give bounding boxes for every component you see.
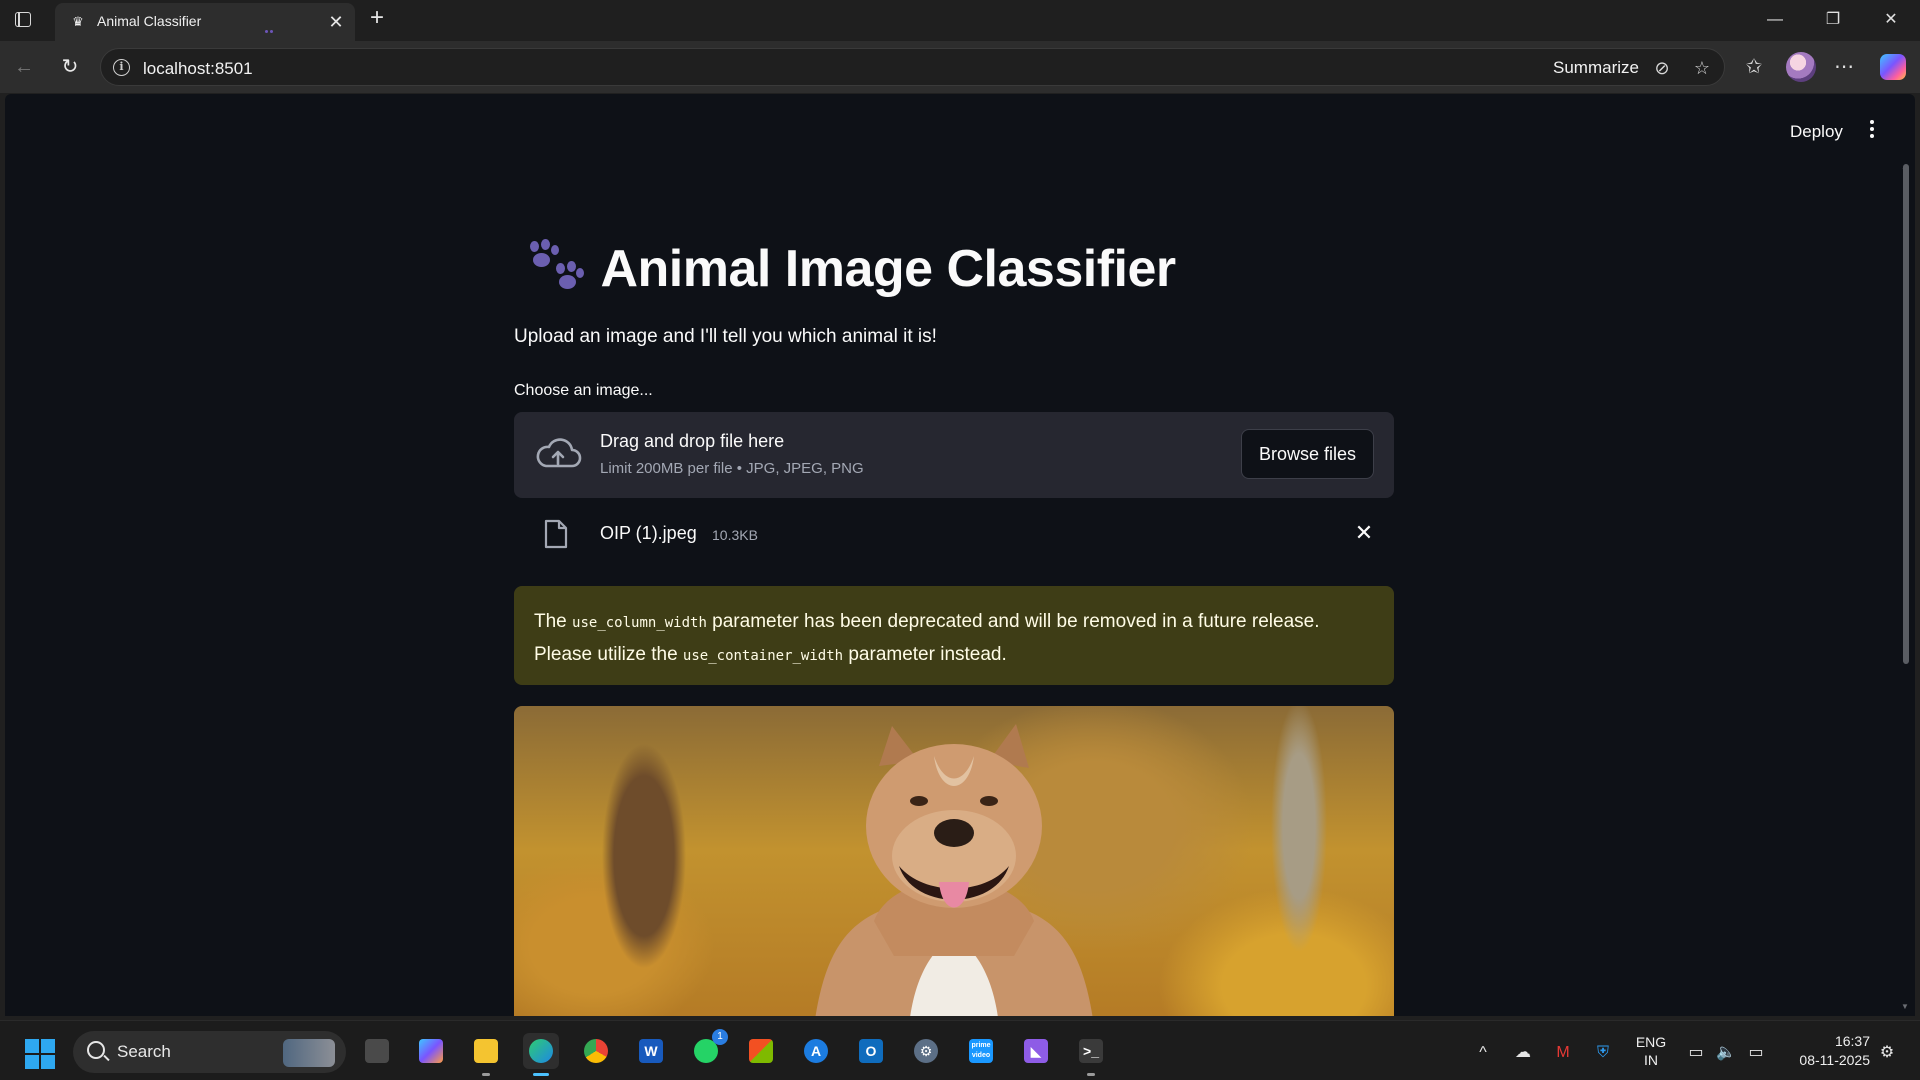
app-store-icon[interactable]: A <box>798 1033 834 1069</box>
browse-files-button[interactable]: Browse files <box>1241 429 1374 479</box>
outlook-icon[interactable]: O <box>853 1033 889 1069</box>
minimize-button[interactable]: — <box>1760 8 1790 32</box>
uploaded-file-name: OIP (1).jpeg <box>600 523 697 543</box>
settings-icon[interactable]: ⚙ <box>908 1033 944 1069</box>
remove-file-icon[interactable]: ✕ <box>1352 521 1376 545</box>
edge-icon[interactable] <box>523 1033 559 1069</box>
tab-title: Animal Classifier <box>97 13 202 29</box>
cloud-upload-icon <box>536 438 582 468</box>
tab-actions-icon[interactable] <box>12 9 36 31</box>
crown-favicon-icon: ♛ <box>72 14 84 29</box>
chrome-icon[interactable] <box>578 1033 614 1069</box>
dropzone-limit: Limit 200MB per file • JPG, JPEG, PNG <box>600 460 864 477</box>
show-hidden-icons-chevron-icon[interactable]: ^ <box>1472 1042 1494 1064</box>
streamlit-page: Deploy ▲ ▼ Animal Image Classifier Uploa… <box>5 94 1915 1016</box>
warning-code-2: use_container_width <box>682 648 844 664</box>
uploaded-file-size: 10.3KB <box>712 527 758 543</box>
uploaded-image-preview <box>514 706 1394 1016</box>
language-code: ENG <box>1635 1034 1667 1050</box>
windows-start-icon[interactable] <box>25 1039 55 1069</box>
close-window-button[interactable]: ✕ <box>1876 8 1906 32</box>
task-view-icon[interactable] <box>359 1033 395 1069</box>
summarize-button[interactable]: Summarize <box>1553 58 1639 78</box>
favorite-star-icon[interactable]: ☆ <box>1691 57 1713 79</box>
terminal-indicator <box>1087 1073 1095 1076</box>
file-dropzone[interactable]: Drag and drop file here Limit 200MB per … <box>514 412 1394 498</box>
microsoft-store-icon[interactable] <box>743 1033 779 1069</box>
tab-loading-icon <box>265 20 279 33</box>
warning-text-3: parameter instead. <box>843 644 1007 665</box>
browser-tabstrip: ♛ Animal Classifier ✕ + — ❐ ✕ <box>0 0 1920 41</box>
copilot-app-icon[interactable] <box>413 1033 449 1069</box>
clock-time: 16:37 <box>1834 1033 1870 1049</box>
volume-icon[interactable]: 🔈 <box>1715 1042 1737 1064</box>
restore-button[interactable]: ❐ <box>1818 8 1848 32</box>
deploy-button[interactable]: Deploy <box>1790 122 1843 142</box>
file-explorer-icon[interactable] <box>468 1033 504 1069</box>
uploader-label: Choose an image... <box>514 382 653 399</box>
summarize-icon[interactable]: ⊘ <box>1651 57 1673 79</box>
file-icon <box>544 519 568 549</box>
main-menu-icon[interactable] <box>1867 118 1877 142</box>
more-options-icon[interactable]: ⋯ <box>1830 53 1858 81</box>
scroll-down-icon[interactable]: ▼ <box>1901 1002 1909 1011</box>
dog-photo <box>815 724 1093 1016</box>
taskbar-search-label: Search <box>117 1042 171 1061</box>
whatsapp-icon[interactable]: 1 <box>688 1029 728 1069</box>
dropzone-title: Drag and drop file here <box>600 431 785 451</box>
tab-close-icon[interactable]: ✕ <box>325 11 347 33</box>
prime-video-icon[interactable]: prime video <box>963 1033 999 1069</box>
warning-text-1: The <box>534 611 573 632</box>
page-subtitle: Upload an image and I'll tell you which … <box>514 326 937 347</box>
security-shield-icon[interactable]: ⛨ <box>1592 1042 1614 1064</box>
address-bar[interactable]: i localhost:8501 Summarize ⊘ ☆ <box>100 48 1725 86</box>
battery-icon[interactable]: ▭ <box>1745 1042 1767 1064</box>
new-tab-button[interactable]: + <box>365 6 389 31</box>
page-scrollbar[interactable] <box>1903 164 1909 664</box>
whatsapp-badge: 1 <box>712 1029 728 1045</box>
search-icon <box>87 1041 105 1059</box>
page-title-row: Animal Image Classifier <box>526 239 1176 309</box>
browser-tab-active[interactable]: ♛ Animal Classifier ✕ <box>55 3 355 41</box>
clock-date: 08-11-2025 <box>1799 1052 1870 1068</box>
region-code: IN <box>1644 1052 1658 1068</box>
site-info-icon[interactable]: i <box>113 59 130 76</box>
search-highlight-image <box>283 1039 335 1067</box>
paw-prints-icon <box>526 239 584 297</box>
visual-studio-icon[interactable]: ◣ <box>1018 1033 1054 1069</box>
warning-code-1: use_column_width <box>572 615 707 631</box>
uploaded-file-row: OIP (1).jpeg 10.3KB ✕ <box>514 509 1394 559</box>
mcafee-icon[interactable]: M <box>1552 1042 1574 1064</box>
url-text[interactable]: localhost:8501 <box>143 59 253 79</box>
refresh-button[interactable]: ↻ <box>56 53 84 81</box>
page-title: Animal Image Classifier <box>600 240 1176 298</box>
copilot-icon[interactable] <box>1880 54 1906 80</box>
file-explorer-indicator <box>482 1073 490 1076</box>
edge-active-indicator <box>533 1073 549 1076</box>
system-clock[interactable]: 16:37 08-11-2025 <box>1780 1032 1870 1070</box>
network-icon[interactable]: ▭ <box>1685 1042 1707 1064</box>
deprecation-warning: The use_column_width parameter has been … <box>514 586 1394 685</box>
profile-avatar[interactable] <box>1786 52 1816 82</box>
notifications-gear-icon[interactable]: ⚙ <box>1876 1042 1898 1064</box>
favorites-icon[interactable]: ✩ <box>1740 53 1768 81</box>
word-icon[interactable]: W <box>633 1033 669 1069</box>
onedrive-cloud-icon[interactable]: ☁ <box>1512 1042 1534 1064</box>
browser-toolbar: ← ↻ i localhost:8501 Summarize ⊘ ☆ ✩ ⋯ <box>0 41 1920 93</box>
back-button[interactable]: ← <box>10 53 38 81</box>
terminal-icon[interactable]: >_ <box>1073 1033 1109 1069</box>
windows-taskbar: Search W 1 A O ⚙ prime video ◣ >_ ^ ☁ M ⛨… <box>0 1020 1920 1080</box>
language-indicator[interactable]: ENG IN <box>1634 1033 1668 1069</box>
taskbar-search[interactable]: Search <box>73 1031 346 1073</box>
